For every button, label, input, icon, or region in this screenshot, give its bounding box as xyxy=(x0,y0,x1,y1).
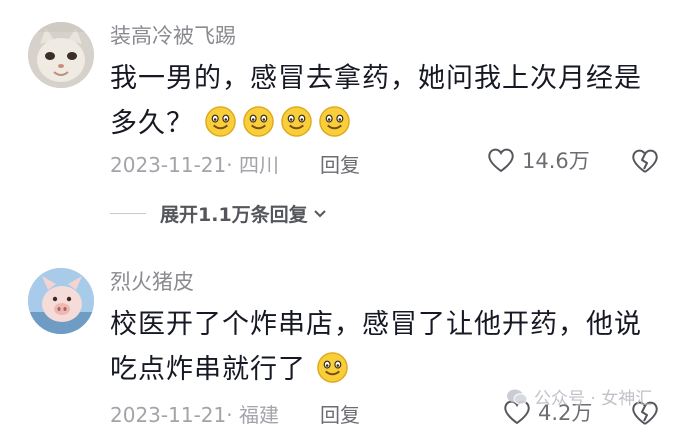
avatar[interactable] xyxy=(28,22,94,88)
cat-avatar xyxy=(28,22,94,88)
dislike-button[interactable] xyxy=(630,147,660,179)
divider xyxy=(110,213,146,214)
like-button[interactable]: 14.6万 xyxy=(486,145,590,175)
smile-emoji-icon xyxy=(242,106,274,137)
expand-replies-button[interactable]: 展开1.1万条回复 xyxy=(110,200,327,227)
comment-date-location: 2023-11-21· 四川 xyxy=(110,153,279,177)
reply-button[interactable]: 回复 xyxy=(320,399,360,428)
heart-outline-icon xyxy=(488,148,514,173)
like-count: 14.6万 xyxy=(522,149,590,173)
emoji-group xyxy=(194,106,356,139)
emoji-group xyxy=(306,352,354,385)
wechat-icon xyxy=(507,389,528,405)
comment-text: 校医开了个炸串店，感冒了让他开药，他说吃点炸串就行了 xyxy=(110,302,655,392)
avatar[interactable] xyxy=(28,268,94,334)
comment-item: 装高冷被飞踢 我一男的，感冒去拿药，她问我上次月经是多久？ 2023-11-21… xyxy=(0,0,690,248)
expand-replies-label: 展开1.1万条回复 xyxy=(160,204,308,226)
comment-text-body: 我一男的，感冒去拿药，她问我上次月经是多久？ xyxy=(110,63,642,139)
pig-avatar xyxy=(28,268,94,334)
smile-emoji-icon xyxy=(318,106,350,137)
smile-emoji-icon xyxy=(204,106,236,137)
comment-text-body: 校医开了个炸串店，感冒了让他开药，他说吃点炸串就行了 xyxy=(110,309,642,385)
username[interactable]: 装高冷被飞踢 xyxy=(110,20,236,50)
smile-emoji-icon xyxy=(280,106,312,137)
reply-button[interactable]: 回复 xyxy=(320,149,360,178)
chevron-down-icon xyxy=(313,209,326,217)
comment-date-location: 2023-11-21· 福建 xyxy=(110,403,279,427)
watermark-text: 公众号 · 女神汇 xyxy=(534,389,653,409)
comment-text: 我一男的，感冒去拿药，她问我上次月经是多久？ xyxy=(110,56,655,146)
username[interactable]: 烈火猪皮 xyxy=(110,266,194,296)
watermark: 公众号 · 女神汇 xyxy=(506,384,652,409)
smile-emoji-icon xyxy=(316,352,348,383)
broken-heart-icon xyxy=(632,149,658,173)
